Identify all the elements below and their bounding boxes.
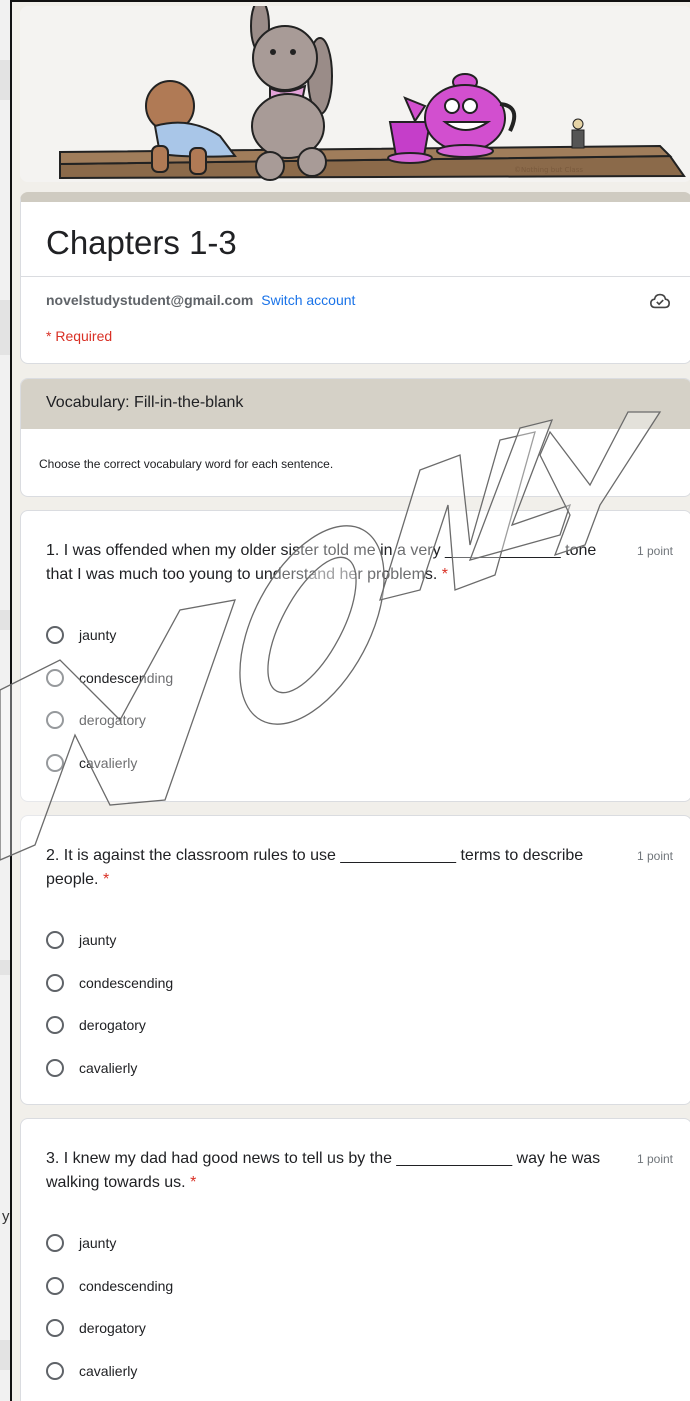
option-label: condescending (79, 669, 174, 686)
radio-option[interactable]: condescending (46, 1265, 173, 1308)
radio-option[interactable]: cavalierly (46, 1350, 173, 1393)
radio-option[interactable]: derogatory (46, 1307, 173, 1350)
question-text: 3. I knew my dad had good news to tell u… (46, 1150, 601, 1191)
banner-credit: ©Nothing but Class (514, 166, 583, 174)
radio-option[interactable]: cavalierly (46, 742, 173, 785)
option-label: jaunty (79, 1235, 117, 1252)
option-label: derogatory (79, 712, 146, 729)
radio-option[interactable]: jaunty (46, 919, 173, 962)
option-label: jaunty (79, 627, 117, 644)
question-card-3: 3. I knew my dad had good news to tell u… (20, 1118, 690, 1401)
radio-option[interactable]: cavalierly (46, 1047, 173, 1090)
background-text-fragment: y (2, 1208, 10, 1225)
radio-option[interactable]: condescending (46, 962, 173, 1005)
section-card: Vocabulary: Fill-in-the-blank Choose the… (20, 378, 690, 497)
question-card-1: 1. I was offended when my older sister t… (20, 510, 690, 802)
radio-icon[interactable] (46, 668, 64, 687)
required-asterisk: * (102, 871, 110, 888)
divider (21, 276, 690, 277)
browser-frame: ©Nothing but Class Chapters 1-3 novelstu… (10, 0, 690, 1401)
radio-icon[interactable] (46, 1234, 64, 1253)
radio-icon[interactable] (46, 711, 64, 730)
option-label: derogatory (79, 1320, 146, 1337)
radio-icon[interactable] (46, 753, 64, 772)
section-title: Vocabulary: Fill-in-the-blank (21, 379, 690, 429)
radio-icon[interactable] (46, 1016, 64, 1035)
radio-option[interactable]: derogatory (46, 699, 173, 742)
option-label: cavalierly (79, 1362, 138, 1379)
option-label: cavalierly (79, 754, 138, 771)
option-label: jaunty (79, 932, 117, 949)
account-email: novelstudystudent@gmail.com (46, 292, 254, 308)
radio-option[interactable]: condescending (46, 657, 173, 700)
radio-icon[interactable] (46, 626, 64, 645)
radio-option[interactable]: derogatory (46, 1004, 173, 1047)
radio-icon[interactable] (46, 1319, 64, 1338)
radio-group: jaunty condescending derogatory cavalier… (46, 1222, 173, 1392)
form-header-card: Chapters 1-3 novelstudystudent@gmail.com… (20, 192, 690, 364)
header-banner-image: ©Nothing but Class (20, 6, 690, 182)
radio-icon[interactable] (46, 1276, 64, 1295)
account-row: novelstudystudent@gmail.com Switch accou… (46, 292, 355, 308)
radio-group: jaunty condescending derogatory cavalier… (46, 614, 173, 784)
option-label: derogatory (79, 1017, 146, 1034)
radio-option[interactable]: jaunty (46, 614, 173, 657)
radio-icon[interactable] (46, 1058, 64, 1077)
radio-icon[interactable] (46, 931, 64, 950)
question-points: 1 point (636, 1152, 673, 1166)
question-points: 1 point (636, 544, 673, 558)
option-label: condescending (79, 974, 174, 991)
section-description: Choose the correct vocabulary word for e… (39, 457, 334, 471)
radio-icon[interactable] (46, 1361, 64, 1380)
question-card-2: 2. It is against the classroom rules to … (20, 815, 690, 1105)
switch-account-link[interactable]: Switch account (261, 292, 355, 308)
form-title: Chapters 1-3 (46, 224, 237, 261)
question-text: 2. It is against the classroom rules to … (46, 847, 584, 888)
question-text: 1. I was offended when my older sister t… (46, 542, 597, 583)
cloud-saved-icon (650, 293, 670, 309)
required-asterisk: * (441, 566, 449, 583)
radio-option[interactable]: jaunty (46, 1222, 173, 1265)
question-points: 1 point (636, 849, 673, 863)
option-label: condescending (79, 1277, 174, 1294)
option-label: cavalierly (79, 1059, 138, 1076)
radio-icon[interactable] (46, 973, 64, 992)
required-asterisk: * (190, 1174, 197, 1191)
radio-group: jaunty condescending derogatory cavalier… (46, 919, 173, 1089)
required-note: * Required (46, 328, 113, 344)
